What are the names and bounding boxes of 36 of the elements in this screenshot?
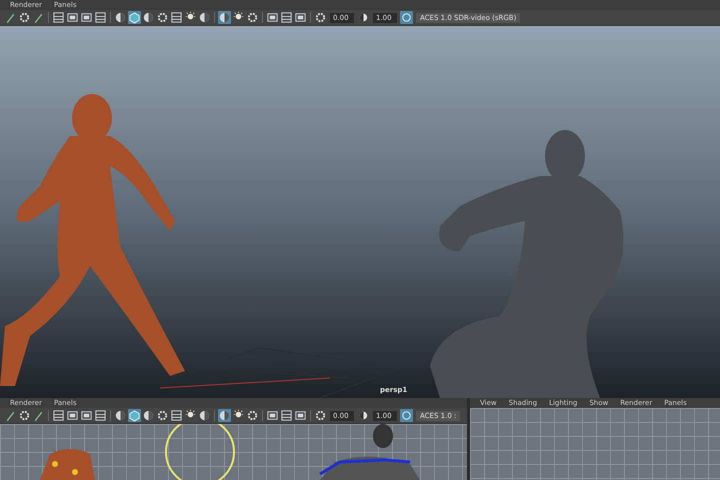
sphere-icon[interactable] [218,11,231,24]
cube-icon[interactable] [128,11,141,24]
gamma-icon[interactable] [357,11,370,24]
brush-icon[interactable] [4,11,17,24]
sphere-icon[interactable] [114,11,127,24]
frame-icon[interactable] [80,409,93,422]
sphere-icon[interactable] [142,11,155,24]
grid-icon[interactable] [280,409,293,422]
frame-icon[interactable] [80,11,93,24]
sphere-icon[interactable] [198,11,211,24]
skeleton-drawing [40,449,95,480]
sphere-icon[interactable] [218,409,231,422]
sphere-icon[interactable] [142,409,155,422]
sphere-icon[interactable] [198,409,211,422]
color-management-icon[interactable] [400,409,413,422]
brush-icon[interactable] [32,409,45,422]
frame-icon[interactable] [66,409,79,422]
sphere-icon[interactable] [114,409,127,422]
color-management-icon[interactable] [400,11,413,24]
frame-icon[interactable] [266,409,279,422]
frame-icon[interactable] [266,11,279,24]
rotate-manipulator-drawing [165,424,235,480]
frame-icon[interactable] [294,11,307,24]
grid-icon[interactable] [52,409,65,422]
brush-icon[interactable] [32,11,45,24]
grid-icon[interactable] [52,11,65,24]
grid-icon[interactable] [170,11,183,24]
grid-icon[interactable] [94,409,107,422]
frame-icon[interactable] [294,409,307,422]
grid-icon[interactable] [280,11,293,24]
grid-icon[interactable] [170,409,183,422]
gamma-icon[interactable] [357,409,370,422]
frame-icon[interactable] [66,11,79,24]
grid-icon[interactable] [94,11,107,24]
cube-icon[interactable] [128,409,141,422]
brush-icon[interactable] [4,409,17,422]
